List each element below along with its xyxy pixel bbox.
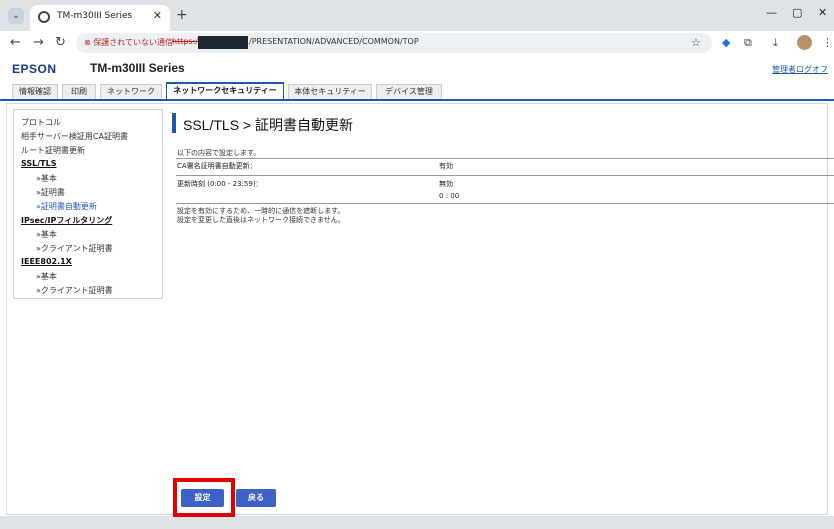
back-icon[interactable]: ← [10,35,21,50]
setting-value-time: 0 : 00 [439,192,460,200]
browser-tab[interactable]: TM-m30III Series ✕ [30,5,170,31]
restore-icon[interactable]: ▢ [792,6,802,19]
window-close-icon[interactable]: ✕ [818,6,827,19]
tab-print[interactable]: 印刷 [62,84,96,99]
bookmark-star-icon[interactable]: ☆ [691,36,701,49]
sidebar-item-ipsec-client-cert[interactable]: »クライアント証明書 [36,243,113,254]
url-scheme: https:// [172,37,201,46]
sidebar-item-ipsec-basic[interactable]: »基本 [36,229,57,240]
tab-title: TM-m30III Series [57,11,133,21]
profile-avatar[interactable] [797,35,812,50]
tab-info[interactable]: 情報確認 [12,84,58,99]
redacted-host [198,36,248,49]
sidebar-heading-ssl-tls: SSL/TLS [21,159,57,168]
setting-label-auto-renew: CA署名証明書自動更新： [177,162,257,170]
intro-text: 以下の内容で設定します。 [177,149,261,157]
sidebar: プロトコル 相手サーバー検証用CA証明書 ルート証明書更新 SSL/TLS »基… [13,109,163,299]
note-text: 設定を変更した直後はネットワーク接続できません。 [177,216,345,224]
browser-toolbar: ← → ↻ ⊗ 保護されていない通信 https:// /PRESENTATIO… [0,31,834,55]
tab-network-security[interactable]: ネットワークセキュリティー [166,82,284,99]
divider [176,203,834,204]
download-icon[interactable]: ⤓ [773,36,778,50]
sidebar-item-ieee-basic[interactable]: »基本 [36,271,57,282]
divider [176,158,834,159]
browser-tab-strip: ⌄ TM-m30III Series ✕ + — ▢ ✕ [0,0,834,31]
sidebar-heading-ipsec: IPsec/IPフィルタリング [21,216,113,225]
forward-icon[interactable]: → [33,35,44,50]
sidebar-item-ca-cert[interactable]: 相手サーバー検証用CA証明書 [21,131,128,142]
model-name: TM-m30III Series [90,61,185,75]
globe-icon [38,11,50,23]
bottom-strip [0,516,834,529]
close-icon[interactable]: ✕ [153,9,162,22]
sidebar-item-ssl-basic[interactable]: »基本 [36,173,57,184]
tab-device-security[interactable]: 本体セキュリティー [288,84,372,99]
divider [176,175,834,176]
reload-icon[interactable]: ↻ [55,35,66,50]
logout-link[interactable]: 管理者ログオフ [772,64,828,75]
more-menu-icon[interactable]: ⋮ [822,36,833,49]
setting-value-update-time: 無効 [439,180,453,188]
url-path: /PRESENTATION/ADVANCED/COMMON/TOP [249,37,419,46]
address-bar[interactable]: ⊗ 保護されていない通信 https:// /PRESENTATION/ADVA… [76,33,712,53]
setting-value-auto-renew: 有効 [439,162,453,170]
extensions-icon[interactable]: ⧉ [744,36,752,50]
brand-logo: EPSON [12,62,57,76]
not-secure-indicator[interactable]: ⊗ 保護されていない通信 [84,37,173,48]
sidebar-heading-ieee8021x: IEEE802.1X [21,257,72,266]
highlight-box [173,478,235,517]
new-tab-icon[interactable]: + [176,7,188,23]
page-title: SSL/TLS > 証明書自動更新 [183,117,353,133]
sidebar-item-ssl-auto-renew[interactable]: »証明書自動更新 [36,201,97,212]
sidebar-item-root-cert-update[interactable]: ルート証明書更新 [21,145,85,156]
setting-label-update-time: 更新時刻 (0:00 - 23:59)： [177,180,263,188]
sidebar-item-protocol[interactable]: プロトコル [21,117,61,128]
sidebar-item-ieee-client-cert[interactable]: »クライアント証明書 [36,285,113,296]
heading-accent-bar [172,113,176,133]
minimize-icon[interactable]: — [766,6,777,19]
content-area: プロトコル 相手サーバー検証用CA証明書 ルート証明書更新 SSL/TLS »基… [6,103,834,515]
back-button[interactable]: 戻る [236,489,276,507]
tab-search-icon[interactable]: ⌄ [8,8,24,24]
tab-network[interactable]: ネットワーク [100,84,162,99]
main-tab-bar: 情報確認 印刷 ネットワーク ネットワークセキュリティー 本体セキュリティー デ… [0,81,834,101]
tab-device-management[interactable]: デバイス管理 [376,84,442,99]
web-page: EPSON TM-m30III Series 管理者ログオフ 情報確認 印刷 ネ… [0,55,834,529]
extension-drop-icon[interactable]: ◆ [722,36,730,49]
sidebar-item-ssl-cert[interactable]: »証明書 [36,187,65,198]
